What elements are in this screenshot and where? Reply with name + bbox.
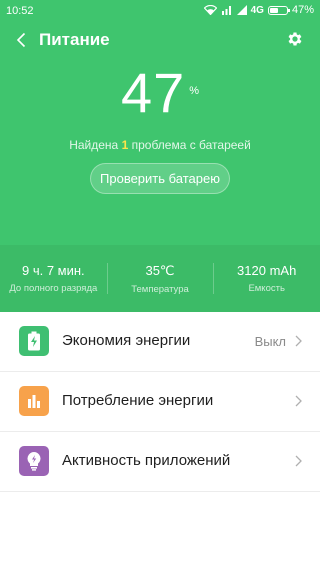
battery-status-fill [269, 7, 278, 13]
top-bar: Питание [0, 26, 320, 56]
problem-prefix: Найдена [69, 138, 119, 152]
icon-tile [19, 446, 49, 476]
stat-temperature: 35℃ Температура [106, 245, 214, 312]
list-item-power-saving[interactable]: Экономия энергии Выкл [0, 312, 320, 372]
battery-percentage: 47% [0, 65, 320, 121]
battery-percent-sign: % [189, 85, 200, 97]
gear-icon [288, 32, 302, 46]
battery-saver-icon [28, 331, 40, 351]
status-battery-percent: 47% [291, 4, 314, 16]
power-options-list: Экономия энергии Выкл Потребление энерги… [0, 312, 320, 492]
battery-percent-value: 47 [120, 61, 186, 124]
stat-label: Температура [131, 284, 189, 295]
settings-button[interactable] [284, 28, 306, 50]
chevron-left-icon [16, 32, 26, 48]
page-title: Питание [39, 30, 110, 49]
stat-capacity: 3120 mAh Емкость [213, 245, 320, 312]
back-button[interactable] [10, 28, 32, 52]
signal-strength-icon [236, 5, 247, 15]
stat-value: 9 ч. 7 мин. [22, 263, 85, 278]
lightbulb-icon [27, 452, 41, 471]
problem-count: 1 [121, 138, 129, 152]
signal-bars-icon [221, 6, 231, 15]
check-battery-button[interactable]: Проверить батарею [90, 163, 230, 194]
list-item-power-usage[interactable]: Потребление энергии [0, 372, 320, 432]
problem-summary: Найдена 1 проблема с батареей [0, 138, 320, 152]
chevron-right-icon [292, 394, 304, 408]
status-icons: 4G 47% [203, 4, 314, 16]
list-item-label: Экономия энергии [62, 332, 191, 349]
list-item-label: Потребление энергии [62, 392, 214, 409]
stat-label: До полного разряда [9, 283, 98, 294]
wifi-icon [203, 5, 217, 15]
bar-chart-icon [28, 395, 40, 408]
icon-tile [19, 386, 49, 416]
battery-hero: 10:52 4G 47% Питание 47 % Найдена 1 проб… [0, 0, 320, 245]
icon-tile [19, 326, 49, 356]
battery-stats: 9 ч. 7 мин. До полного разряда 35℃ Темпе… [0, 245, 320, 312]
power-screen: 10:52 4G 47% Питание 47 % Найдена 1 проб… [0, 0, 320, 569]
status-bar: 10:52 4G 47% [0, 0, 320, 22]
stat-remaining-time: 9 ч. 7 мин. До полного разряда [0, 245, 107, 312]
network-type: 4G [250, 4, 264, 16]
battery-status-icon [267, 5, 290, 15]
stat-label: Емкость [248, 283, 285, 294]
status-time: 10:52 [6, 5, 34, 17]
stat-value: 3120 mAh [237, 263, 297, 278]
chevron-right-icon [292, 454, 304, 468]
list-item-value: Выкл [254, 334, 286, 349]
list-item-app-activity[interactable]: Активность приложений [0, 432, 320, 492]
problem-suffix: проблема с батареей [131, 138, 251, 152]
stat-value: 35℃ [145, 263, 175, 278]
chevron-right-icon [292, 334, 304, 348]
list-item-label: Активность приложений [62, 452, 231, 469]
